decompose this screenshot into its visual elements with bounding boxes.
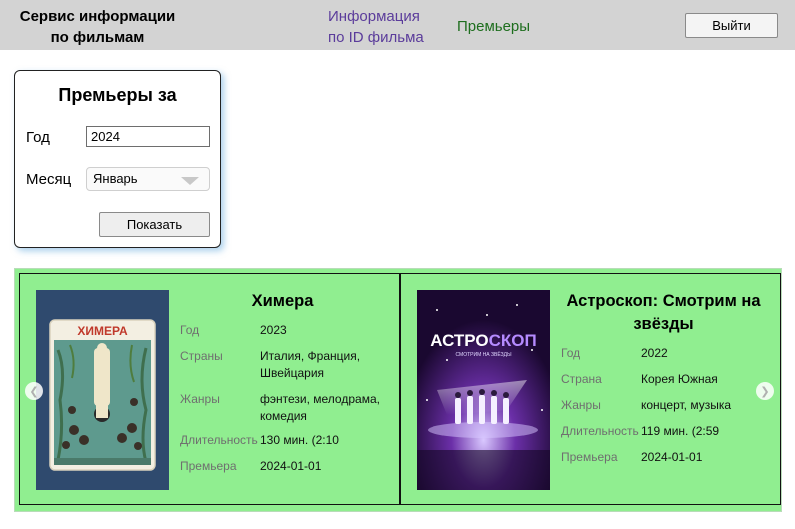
detail-key: Премьера bbox=[561, 450, 618, 464]
detail-key: Страны bbox=[180, 349, 223, 363]
month-label: Месяц bbox=[26, 171, 72, 188]
detail-value: фэнтези, мелодрама, комедия bbox=[260, 392, 380, 423]
logout-button[interactable]: Выйти bbox=[685, 13, 778, 38]
film-card[interactable]: АСТРОСКОП СМОТРИМ НА ЗВЁЗДЫ Астроскоп: С… bbox=[400, 273, 781, 505]
film-poster-image: АСТРОСКОП СМОТРИМ НА ЗВЁЗДЫ bbox=[417, 290, 550, 490]
detail-value: концерт, музыка bbox=[641, 398, 732, 412]
detail-key: Год bbox=[180, 323, 200, 337]
detail-value: 2023 bbox=[260, 323, 287, 337]
detail-key: Страна bbox=[561, 372, 602, 386]
chevron-left-icon: ❮ bbox=[29, 385, 39, 398]
chevron-right-icon: ❯ bbox=[760, 385, 770, 398]
detail-value: 130 мин. (2:10 bbox=[260, 433, 339, 447]
form-title: Премьеры за bbox=[58, 85, 177, 105]
app-title-line2: по фильмам bbox=[50, 29, 145, 46]
poster-subtitle-text: СМОТРИМ НА ЗВЁЗДЫ bbox=[455, 351, 512, 358]
detail-value: 2024-01-01 bbox=[260, 459, 322, 473]
chevron-down-icon bbox=[181, 177, 199, 185]
app-title: Сервис информации по фильмам bbox=[0, 6, 195, 48]
carousel-next-button[interactable]: ❯ bbox=[756, 382, 774, 400]
premieres-carousel: ХИМЕРА Химера Год 2023 Страны Италия, Фр… bbox=[14, 268, 782, 512]
nav-link-info-line2: по ID фильма bbox=[328, 29, 424, 46]
film-card[interactable]: ХИМЕРА Химера Год 2023 Страны Италия, Фр… bbox=[19, 273, 400, 505]
detail-value: 2022 bbox=[641, 346, 668, 360]
detail-key: Жанры bbox=[561, 398, 601, 412]
poster-title-text: АСТРОСКОП bbox=[430, 331, 537, 350]
detail-key: Длительность bbox=[561, 424, 639, 438]
show-button[interactable]: Показать bbox=[99, 212, 210, 237]
film-title: Астроскоп: Смотрим на звёзды bbox=[566, 292, 761, 333]
film-title: Химера bbox=[251, 292, 314, 310]
detail-key: Год bbox=[561, 346, 581, 360]
detail-key: Премьера bbox=[180, 459, 237, 473]
month-select-value: Январь bbox=[93, 171, 138, 186]
top-bar: Сервис информации по фильмам Информация … bbox=[0, 0, 795, 50]
year-input[interactable]: 2024 bbox=[86, 126, 210, 147]
nav-link-info-by-id[interactable]: Информация по ID фильма bbox=[328, 6, 424, 48]
nav-link-info-line1: Информация bbox=[328, 8, 420, 25]
detail-key: Длительность bbox=[180, 433, 258, 447]
month-select[interactable]: Январь bbox=[86, 167, 210, 191]
detail-value: Корея Южная bbox=[641, 372, 718, 386]
detail-key: Жанры bbox=[180, 392, 220, 406]
carousel-prev-button[interactable]: ❮ bbox=[25, 382, 43, 400]
app-title-line1: Сервис информации bbox=[19, 8, 176, 25]
nav-link-premieres[interactable]: Премьеры bbox=[457, 16, 530, 37]
detail-value: 2024-01-01 bbox=[641, 450, 703, 464]
poster-title-text: ХИМЕРА bbox=[77, 324, 128, 338]
film-poster-image: ХИМЕРА bbox=[36, 290, 169, 490]
year-label: Год bbox=[26, 129, 50, 146]
detail-value: 119 мин. (2:59 bbox=[641, 424, 720, 438]
premieres-form: Премьеры за Год 2024 Месяц Январь Показа… bbox=[14, 70, 221, 248]
detail-value: Италия, Франция, Швейцария bbox=[260, 349, 361, 380]
